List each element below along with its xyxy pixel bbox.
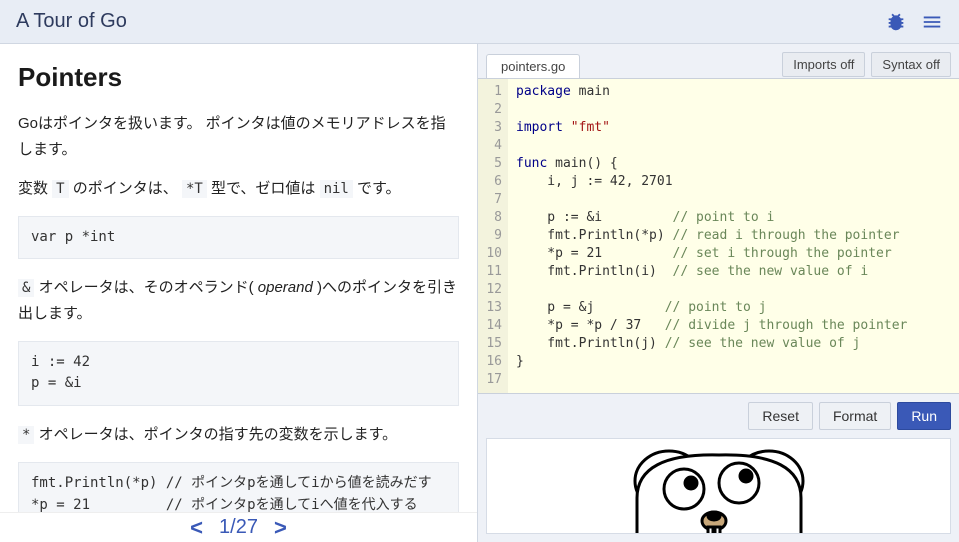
editor-tabs-row: pointers.go Imports off Syntax off (478, 44, 959, 78)
lesson-scroll[interactable]: Pointers Goはポインタを扱います。 ポインタは値のメモリアドレスを指し… (0, 44, 477, 512)
lesson-para-3: & オペレータは、そのオペランド( operand )へのポインタを引き出します… (18, 275, 459, 326)
prev-button[interactable]: < (186, 515, 207, 541)
lesson-para-2: 変数 T のポインタは、 *T 型で、ゼロ値は nil です。 (18, 176, 459, 202)
imports-toggle[interactable]: Imports off (782, 52, 865, 77)
bug-icon[interactable] (885, 11, 907, 33)
line-gutter: 1234567891011121314151617 (478, 79, 508, 393)
main-split: Pointers Goはポインタを扱います。 ポインタは値のメモリアドレスを指し… (0, 44, 959, 542)
editor-controls: Reset Format Run (478, 394, 959, 438)
code-block-3: fmt.Println(*p) // ポインタpを通してiから値を読みだす *p… (18, 462, 459, 512)
editor-pane: pointers.go Imports off Syntax off 12345… (478, 44, 959, 542)
lesson-title: Pointers (18, 62, 459, 93)
lesson-para-1: Goはポインタを扱います。 ポインタは値のメモリアドレスを指します。 (18, 111, 459, 162)
page-indicator: 1/27 (219, 516, 258, 539)
topbar: A Tour of Go (0, 0, 959, 44)
file-tab[interactable]: pointers.go (486, 54, 580, 78)
code-area[interactable]: package main import "fmt" func main() { … (508, 79, 915, 393)
lesson-para-4: * オペレータは、ポインタの指す先の変数を示します。 (18, 422, 459, 448)
topbar-actions (885, 11, 943, 33)
output-area (486, 438, 951, 534)
syntax-toggle[interactable]: Syntax off (871, 52, 951, 77)
pager: < 1/27 > (0, 512, 477, 542)
format-button[interactable]: Format (819, 402, 891, 430)
code-editor[interactable]: 1234567891011121314151617 package main i… (478, 78, 959, 394)
run-button[interactable]: Run (897, 402, 951, 430)
app-title: A Tour of Go (16, 10, 885, 33)
reset-button[interactable]: Reset (748, 402, 813, 430)
gopher-image (609, 443, 829, 534)
next-button[interactable]: > (270, 515, 291, 541)
menu-icon[interactable] (921, 11, 943, 33)
code-block-2: i := 42 p = &i (18, 341, 459, 406)
lesson-pane: Pointers Goはポインタを扱います。 ポインタは値のメモリアドレスを指し… (0, 44, 478, 542)
code-block-1: var p *int (18, 216, 459, 260)
